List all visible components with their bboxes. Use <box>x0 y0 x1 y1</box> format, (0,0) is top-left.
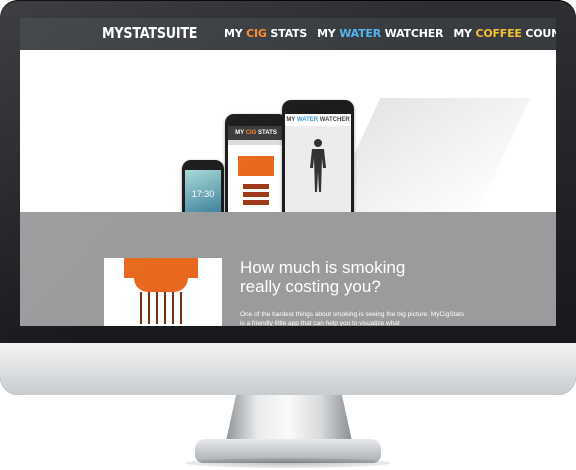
headline-line-1: How much is smoking <box>240 258 406 277</box>
feature-headline: How much is smoking really costing you? <box>240 258 540 296</box>
cigarette-stick <box>180 292 182 324</box>
cig-stats-app-title: MY CIG STATS <box>228 126 284 140</box>
cigarette-bundle <box>134 278 188 292</box>
cigarette-pack-icon <box>238 156 274 176</box>
cigarette-filters <box>124 258 198 278</box>
site-logo[interactable]: MYSTATSUITE <box>102 24 198 42</box>
cigarettes-image <box>104 258 222 326</box>
monitor-stand <box>226 395 352 441</box>
lockscreen-time: 17:30 <box>191 189 215 199</box>
cigarette-stick <box>140 292 142 324</box>
feature-section: How much is smoking really costing you? … <box>20 212 556 326</box>
cig-stats-app-screen: MY CIG STATS <box>228 126 284 226</box>
human-body-icon <box>310 139 326 192</box>
cigarette-stick <box>172 292 174 324</box>
stand-shadow <box>185 458 391 468</box>
cigarette-stick <box>164 292 166 324</box>
feature-paragraph: One of the hardest things about smoking … <box>240 311 465 326</box>
cigarette-stick <box>148 292 150 324</box>
imac-monitor: MYSTATSUITE MY CIG STATS MY WATER WATCHE… <box>0 0 576 395</box>
water-watcher-app-title: MY WATER WATCHER <box>285 114 351 126</box>
monitor-chin <box>0 343 576 395</box>
nav-links: MY CIG STATS MY WATER WATCHER MY COFFEE … <box>224 27 556 40</box>
cig-app-button <box>243 192 269 197</box>
site-nav-bar: MYSTATSUITE MY CIG STATS MY WATER WATCHE… <box>20 18 556 50</box>
cigarette-stick <box>156 292 158 324</box>
nav-link-my-cig-stats[interactable]: MY CIG STATS <box>224 27 307 40</box>
hero-section: 17:30 MY CIG STATS MY WATER WATCHER <box>20 50 556 246</box>
nav-link-my-coffee-counter[interactable]: MY COFFEE COUNTER <box>453 27 556 40</box>
website-screen: MYSTATSUITE MY CIG STATS MY WATER WATCHE… <box>20 18 556 326</box>
nav-link-my-water-watcher[interactable]: MY WATER WATCHER <box>317 27 443 40</box>
cig-app-button <box>243 200 269 205</box>
headline-line-2: really costing you? <box>240 277 381 296</box>
cig-date-bar <box>228 140 284 145</box>
cig-app-button <box>243 184 269 189</box>
